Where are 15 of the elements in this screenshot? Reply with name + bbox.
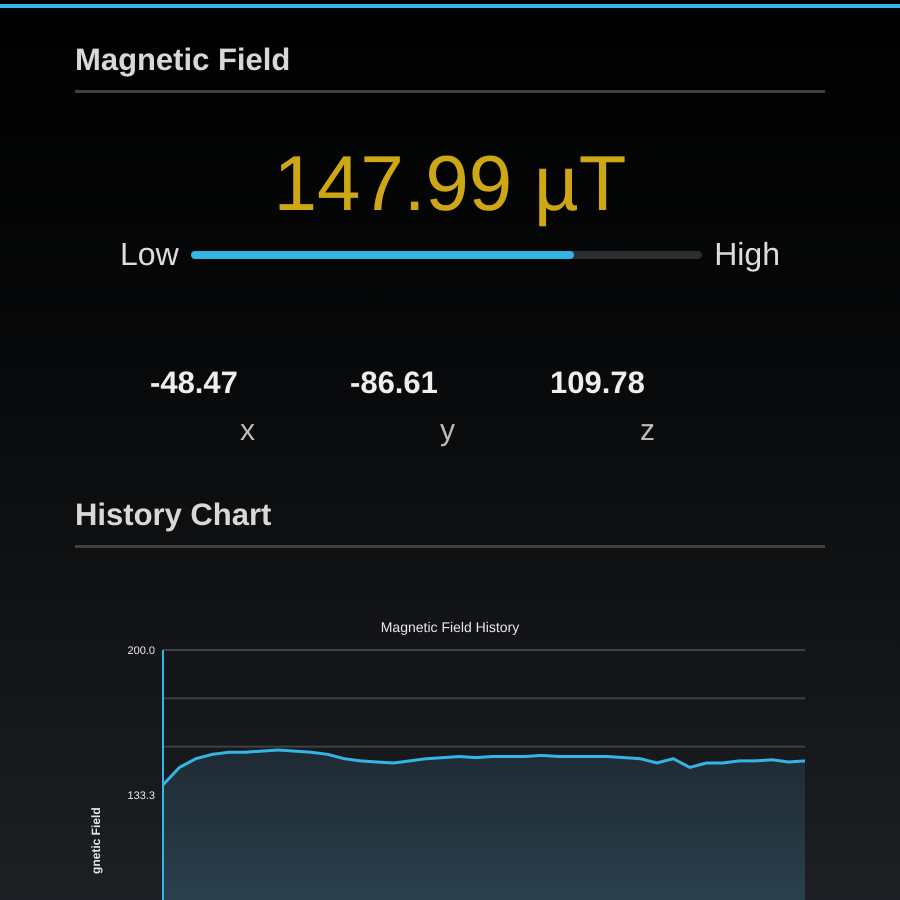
chart-title: Magnetic Field History (380, 619, 520, 635)
high-label: High (714, 236, 780, 273)
field-reading: 147.99 µT (272, 138, 628, 229)
axis-value: -48.47 (150, 364, 238, 402)
y-axis-label: gnetic Field (89, 807, 103, 874)
axis-value: -86.61 (350, 364, 438, 402)
axis-label: z (639, 413, 655, 449)
y-tick-label: 200.0 (127, 645, 155, 657)
section-heading: History Chart (75, 496, 272, 534)
axis-label: x (239, 413, 255, 449)
axis-value: 109.78 (550, 364, 645, 402)
section-heading: Magnetic Field (75, 41, 292, 79)
axis-label: y (439, 413, 455, 449)
low-label: Low (120, 236, 179, 273)
y-tick-label: 133.3 (127, 790, 155, 802)
